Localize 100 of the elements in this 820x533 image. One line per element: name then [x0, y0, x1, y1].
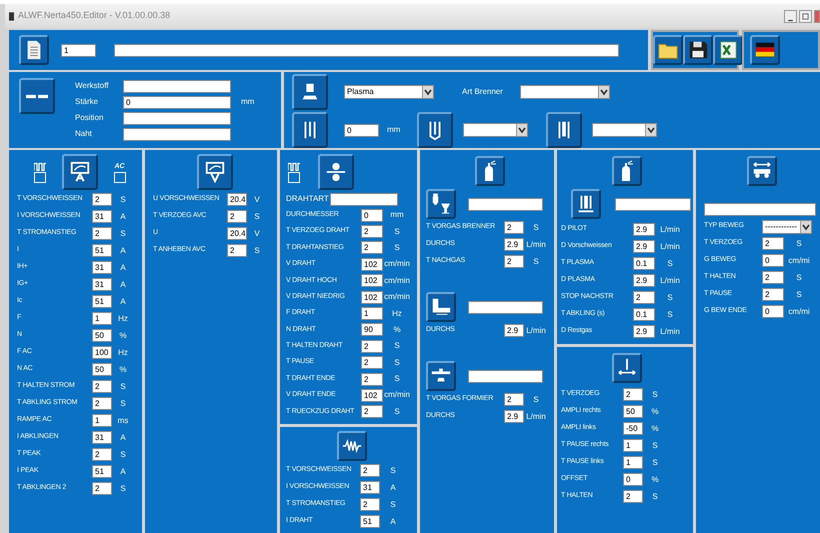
input-field[interactable]: 102: [361, 258, 383, 271]
input-field[interactable]: [468, 370, 543, 382]
input-field[interactable]: 0: [762, 254, 784, 267]
input-field[interactable]: 0.1: [633, 257, 655, 270]
input-field[interactable]: [114, 44, 619, 56]
input-field[interactable]: 2: [361, 340, 383, 353]
input-field[interactable]: 102: [361, 388, 383, 402]
input-field[interactable]: 2: [92, 397, 112, 410]
current-button[interactable]: [62, 154, 98, 190]
input-field[interactable]: 2: [361, 372, 383, 386]
input-field[interactable]: 1: [92, 414, 112, 427]
input-field[interactable]: 2: [92, 380, 112, 393]
input-field[interactable]: 2: [227, 210, 247, 223]
input-field[interactable]: 2.9: [504, 238, 524, 251]
input-field[interactable]: 2: [92, 448, 112, 461]
input-field[interactable]: [123, 112, 231, 124]
input-field[interactable]: 2.9: [633, 325, 655, 338]
input-field[interactable]: 50: [92, 329, 112, 342]
input-field[interactable]: 0: [123, 96, 231, 108]
travel-button[interactable]: [747, 156, 777, 186]
input-field[interactable]: 20.4: [227, 227, 247, 240]
dropdown[interactable]: ------------: [762, 220, 812, 234]
input-field[interactable]: 2.9: [633, 240, 655, 253]
input-field[interactable]: 2.9: [633, 223, 655, 236]
input-field[interactable]: 2: [361, 225, 383, 238]
input-field[interactable]: 2.9: [504, 324, 524, 337]
dropdown[interactable]: [520, 85, 610, 99]
input-field[interactable]: 2: [623, 388, 643, 401]
input-field[interactable]: 2: [762, 237, 784, 250]
input-field[interactable]: 0: [623, 473, 643, 486]
input-field[interactable]: 31: [92, 210, 112, 223]
language-button[interactable]: [750, 35, 780, 65]
gas-type-button[interactable]: [426, 361, 456, 391]
excel-export-button[interactable]: [713, 35, 743, 65]
input-field[interactable]: 102: [361, 274, 383, 288]
electrode-button[interactable]: [292, 112, 328, 148]
input-field[interactable]: 2.9: [504, 410, 524, 423]
input-field[interactable]: 100: [92, 346, 112, 359]
input-field[interactable]: 90: [361, 323, 383, 336]
input-field[interactable]: 2: [361, 241, 383, 254]
input-field[interactable]: 102: [361, 290, 383, 304]
input-field[interactable]: [330, 192, 398, 206]
input-field[interactable]: 2: [360, 464, 380, 478]
open-button[interactable]: [653, 35, 683, 65]
gas-type-button[interactable]: [426, 292, 456, 322]
pulse-button[interactable]: [336, 431, 366, 462]
input-field[interactable]: 51: [92, 295, 112, 308]
input-field[interactable]: [123, 128, 231, 140]
save-button[interactable]: [683, 35, 713, 65]
input-field[interactable]: 2: [361, 405, 383, 418]
input-field[interactable]: [468, 198, 543, 210]
input-field[interactable]: 31: [92, 431, 112, 444]
input-field[interactable]: 1: [61, 44, 96, 56]
input-field[interactable]: 31: [360, 481, 380, 494]
input-field[interactable]: 50: [92, 363, 112, 376]
input-field[interactable]: 2: [92, 227, 112, 240]
plasma-gas-button[interactable]: [612, 156, 642, 186]
gas-lens-button[interactable]: [546, 112, 582, 148]
checkbox[interactable]: [34, 172, 46, 182]
voltage-button[interactable]: [197, 154, 233, 190]
dropdown[interactable]: [592, 123, 657, 137]
maximize-button[interactable]: [799, 10, 812, 22]
dropdown[interactable]: [463, 123, 528, 137]
input-field[interactable]: 0.1: [633, 308, 655, 321]
gas-button[interactable]: [475, 156, 505, 186]
input-field[interactable]: 2: [633, 291, 655, 304]
input-field[interactable]: 1: [361, 307, 383, 320]
joint-button[interactable]: [19, 78, 55, 114]
input-field[interactable]: 0: [344, 124, 379, 136]
input-field[interactable]: [615, 198, 691, 210]
input-field[interactable]: 2: [504, 255, 524, 268]
input-field[interactable]: -50: [623, 422, 643, 435]
input-field[interactable]: 2: [762, 271, 784, 284]
input-field[interactable]: 0: [361, 208, 383, 222]
input-field[interactable]: 2: [504, 393, 524, 406]
checkbox[interactable]: [288, 172, 300, 182]
new-document-button[interactable]: [19, 35, 49, 65]
input-field[interactable]: 2: [92, 193, 112, 206]
input-field[interactable]: 2: [361, 356, 383, 370]
input-field[interactable]: 2: [504, 221, 524, 234]
input-field[interactable]: 2: [227, 244, 247, 257]
input-field[interactable]: 2: [623, 490, 643, 503]
input-field[interactable]: 31: [92, 261, 112, 274]
input-field[interactable]: 1: [623, 439, 643, 452]
wire-feed-button[interactable]: [318, 154, 354, 190]
input-field[interactable]: 2: [360, 498, 380, 512]
input-field[interactable]: [468, 300, 543, 314]
oscillation-button[interactable]: [612, 353, 642, 383]
gas-type-button[interactable]: [426, 189, 456, 219]
input-field[interactable]: 2.9: [633, 274, 655, 287]
input-field[interactable]: 51: [92, 244, 112, 257]
input-field[interactable]: 31: [92, 278, 112, 291]
input-field[interactable]: 50: [623, 405, 643, 418]
input-field[interactable]: 20.4: [227, 193, 247, 206]
input-field[interactable]: [123, 80, 231, 92]
process-button[interactable]: [292, 74, 328, 110]
checkbox[interactable]: [114, 172, 126, 182]
input-field[interactable]: 1: [92, 312, 112, 325]
input-field[interactable]: 0: [762, 305, 784, 318]
input-field[interactable]: [704, 203, 816, 216]
